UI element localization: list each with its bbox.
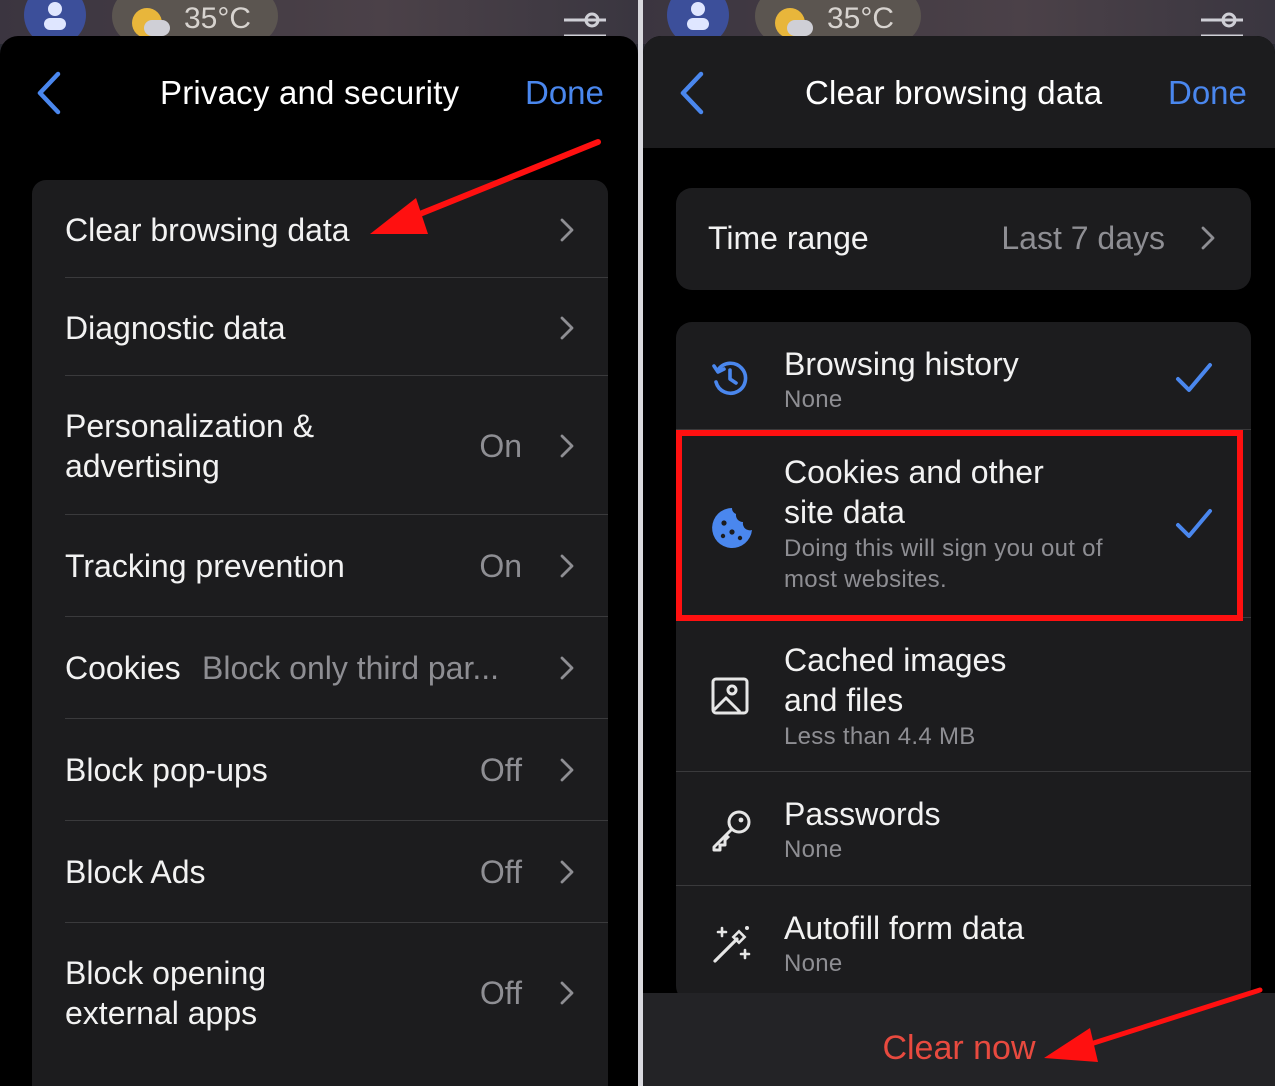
page-title: Clear browsing data — [805, 74, 1103, 111]
row-value: Off — [479, 975, 522, 1011]
time-range-label: Time range — [708, 220, 869, 256]
row-tracking-prevention[interactable]: Tracking prevention On — [65, 515, 608, 617]
item-passwords[interactable]: Passwords None — [676, 772, 1251, 886]
row-clear-browsing-data[interactable]: Clear browsing data — [65, 180, 608, 278]
row-label: Diagnostic data — [65, 310, 286, 346]
time-range-row[interactable]: Time range Last 7 days — [676, 188, 1251, 290]
chevron-right-icon — [560, 554, 574, 578]
back-button[interactable] — [34, 70, 64, 116]
clear-now-button[interactable]: Clear now — [643, 1029, 1275, 1068]
checkmark-icon — [1176, 363, 1212, 392]
checkmark-icon — [1176, 509, 1212, 538]
chevron-right-icon — [560, 981, 574, 1005]
row-value: Off — [479, 752, 522, 788]
item-title: Autofill form data — [784, 910, 1025, 946]
row-value: Off — [479, 854, 522, 890]
chevron-right-icon — [560, 316, 574, 340]
sliders-icon — [1201, 12, 1243, 38]
nav-bar: Clear browsing data Done — [643, 36, 1275, 148]
cloud-icon — [144, 20, 170, 36]
sliders-icon — [564, 12, 606, 38]
cloud-icon — [787, 20, 813, 36]
image-icon — [711, 677, 749, 715]
item-subtitle: None — [784, 386, 843, 413]
right-screenshot: 35°C Clear browsing data Done Time range… — [643, 0, 1275, 1086]
done-button[interactable]: Done — [525, 74, 604, 112]
bottom-toolbar: Clear now — [643, 993, 1275, 1086]
privacy-settings-list: Clear browsing data Diagnostic data Pers… — [32, 180, 608, 1086]
temperature: 35°C — [184, 2, 252, 35]
magic-wand-icon — [713, 926, 751, 963]
item-title: Browsing history — [784, 346, 1019, 382]
row-label-line2: external apps — [65, 995, 258, 1031]
row-personalization-advertising[interactable]: Personalization & advertising On — [65, 376, 608, 515]
item-cookies-site-data[interactable]: Cookies and other site data Doing this w… — [676, 430, 1251, 618]
chevron-right-icon — [560, 434, 574, 458]
row-label: Block pop-ups — [65, 752, 268, 788]
row-value: Block only third par... — [202, 650, 500, 686]
done-button[interactable]: Done — [1168, 74, 1247, 112]
item-cached-images[interactable]: Cached images and files Less than 4.4 MB — [676, 618, 1251, 772]
page-title: Privacy and security — [160, 74, 460, 111]
row-label-line2: advertising — [65, 448, 220, 484]
row-diagnostic-data[interactable]: Diagnostic data — [65, 278, 608, 376]
row-label: Block Ads — [65, 854, 206, 890]
left-screenshot: 35°C Privacy and security Done Clear bro… — [0, 0, 638, 1086]
item-subtitle: None — [784, 950, 843, 977]
clear-data-sheet: Clear browsing data Done Time range Last… — [643, 36, 1275, 1086]
chevron-right-icon — [560, 860, 574, 884]
chevron-right-icon — [560, 758, 574, 782]
row-label: Block opening — [65, 955, 267, 991]
item-title: Cached images — [784, 642, 1007, 678]
item-browsing-history[interactable]: Browsing history None — [676, 322, 1251, 430]
settings-sheet: Privacy and security Done Clear browsing… — [0, 36, 638, 1086]
item-subtitle: None — [784, 836, 843, 863]
row-cookies[interactable]: Cookies Block only third par... — [65, 617, 608, 719]
chevron-right-icon — [560, 656, 574, 680]
item-subtitle-line2: most websites. — [784, 566, 947, 593]
nav-bar: Privacy and security Done — [0, 36, 638, 148]
temperature: 35°C — [827, 2, 895, 35]
data-types-list: Browsing history None Cookies and other … — [676, 322, 1251, 1002]
row-block-popups[interactable]: Block pop-ups Off — [65, 719, 608, 821]
item-title: Passwords — [784, 796, 941, 832]
row-value: On — [479, 548, 522, 584]
chevron-left-icon — [680, 71, 704, 115]
time-range-group: Time range Last 7 days — [676, 188, 1251, 290]
item-subtitle: Less than 4.4 MB — [784, 723, 976, 750]
row-label: Cookies — [65, 650, 181, 686]
item-title: Cookies and other — [784, 454, 1044, 490]
item-subtitle: Doing this will sign you out of — [784, 535, 1103, 562]
cookie-icon — [712, 508, 752, 548]
row-label: Clear browsing data — [65, 212, 350, 248]
chevron-right-icon — [1201, 226, 1215, 250]
item-autofill-form-data[interactable]: Autofill form data None — [676, 886, 1251, 1002]
back-button[interactable] — [677, 70, 707, 116]
row-block-external-apps[interactable]: Block opening external apps Off — [65, 923, 608, 1062]
item-title-line2: site data — [784, 494, 905, 530]
chevron-left-icon — [37, 71, 61, 115]
item-title-line2: and files — [784, 682, 904, 718]
row-value: On — [479, 428, 522, 464]
key-icon — [712, 810, 751, 852]
chevron-right-icon — [560, 218, 574, 242]
row-label: Tracking prevention — [65, 548, 345, 584]
row-label: Personalization & — [65, 408, 315, 444]
time-range-value: Last 7 days — [1001, 220, 1165, 256]
row-block-ads[interactable]: Block Ads Off — [65, 821, 608, 923]
history-icon — [712, 361, 748, 396]
